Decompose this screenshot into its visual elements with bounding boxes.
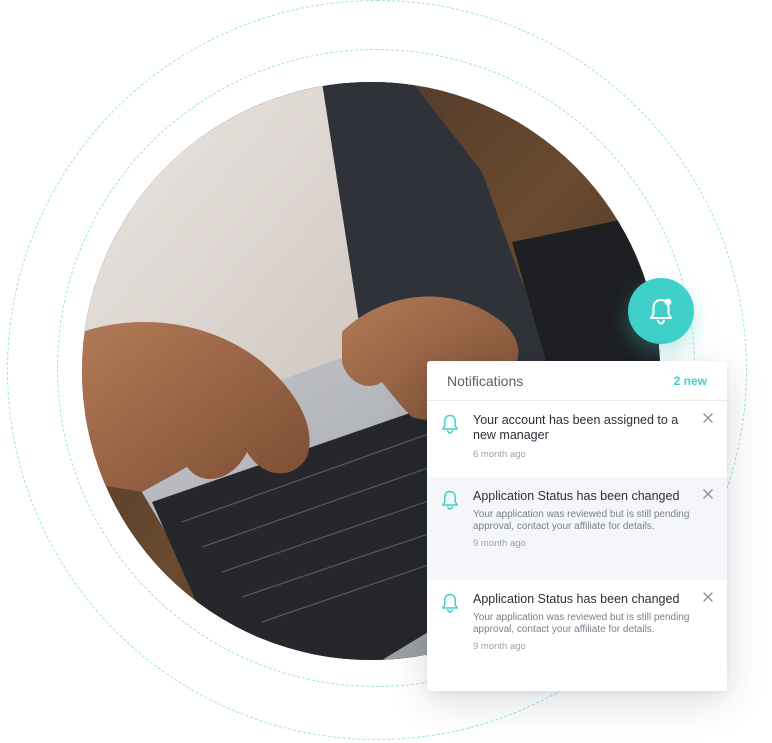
close-icon[interactable]	[701, 590, 715, 604]
notifications-title: Notifications	[447, 372, 524, 389]
close-icon[interactable]	[701, 411, 715, 425]
notification-body: Your application was reviewed but is sti…	[473, 509, 690, 532]
notification-time: 6 month ago	[473, 449, 526, 460]
notification-title: Your account has been assigned to a new …	[473, 413, 679, 442]
notification-time: 9 month ago	[473, 538, 526, 549]
notifications-panel: Notifications 2 new Your account has bee…	[427, 361, 727, 691]
notification-body: Your application was reviewed but is sti…	[473, 612, 690, 635]
notification-item[interactable]: Application Status has been changed Your…	[427, 580, 727, 690]
notifications-header: Notifications 2 new	[427, 361, 727, 401]
bell-outline-icon	[442, 414, 458, 434]
bell-outline-icon	[442, 593, 458, 613]
bell-with-dot-icon	[650, 298, 672, 325]
notification-item[interactable]: Your account has been assigned to a new …	[427, 401, 727, 477]
notification-time: 9 month ago	[473, 641, 526, 652]
close-icon[interactable]	[701, 487, 715, 501]
new-count-link[interactable]: 2 new	[674, 374, 707, 388]
notification-bell-button[interactable]	[628, 278, 694, 344]
hero-illustration: Notifications 2 new Your account has bee…	[0, 0, 772, 743]
notification-title: Application Status has been changed	[473, 489, 680, 503]
notification-title: Application Status has been changed	[473, 592, 680, 606]
bell-outline-icon	[442, 490, 458, 510]
notification-item[interactable]: Application Status has been changed Your…	[427, 477, 727, 580]
